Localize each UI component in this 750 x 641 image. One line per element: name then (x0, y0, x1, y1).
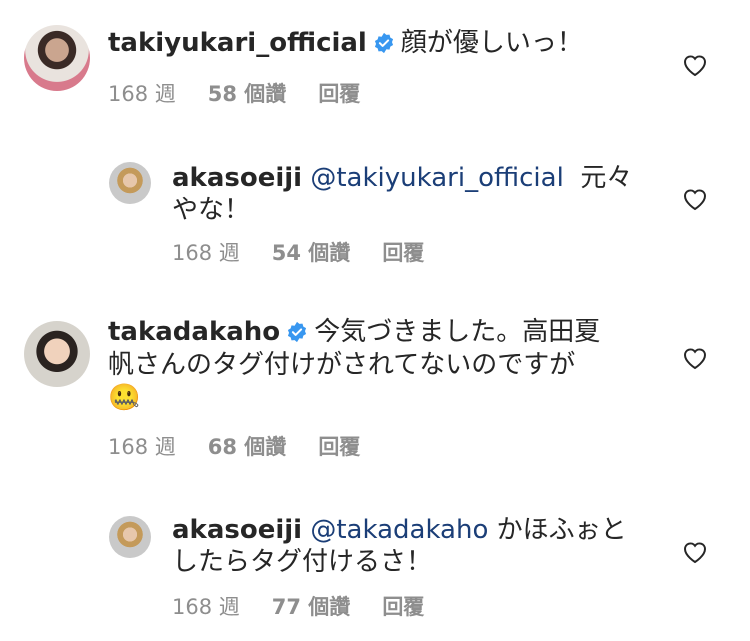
reply-button[interactable]: 回覆 (318, 435, 360, 459)
zipper-mouth-emoji: 🤐 (108, 383, 141, 413)
reply-button[interactable]: 回覆 (318, 82, 360, 106)
comment-username[interactable]: takiyukari_official (108, 28, 367, 58)
comment-likes[interactable]: 77 個讚 (272, 595, 351, 619)
comment-time: 168 週 (108, 82, 176, 106)
heart-outline-icon[interactable] (682, 187, 708, 211)
avatar[interactable] (24, 25, 90, 91)
comment-text: 元々 (580, 163, 633, 193)
comment-username[interactable]: takadakaho (108, 317, 280, 347)
verified-badge-icon (288, 321, 307, 343)
heart-outline-icon[interactable] (682, 540, 708, 564)
avatar[interactable] (24, 321, 90, 387)
avatar[interactable] (109, 162, 151, 204)
comment-meta: 168 週 54 個讚 回覆 (172, 237, 456, 267)
verified-badge-icon (374, 32, 393, 54)
comment-time: 168 週 (172, 595, 240, 619)
comment-meta: 168 週 77 個讚 回覆 (172, 591, 456, 621)
heart-outline-icon[interactable] (682, 53, 708, 77)
comment-text: 顔が優しいっ！ (400, 28, 583, 58)
reply-button[interactable]: 回覆 (382, 595, 424, 619)
comment-likes[interactable]: 58 個讚 (208, 82, 287, 106)
comment-username[interactable]: akasoeiji (172, 515, 302, 545)
comment-mention[interactable]: @takadakaho (310, 515, 488, 545)
comment-meta: 168 週 58 個讚 回覆 (108, 78, 392, 108)
reply-button[interactable]: 回覆 (382, 241, 424, 265)
comment-text: かほふぉと (496, 515, 627, 545)
comment-likes[interactable]: 54 個讚 (272, 241, 351, 265)
comment-username[interactable]: akasoeiji (172, 163, 302, 193)
comment-text: やな！ (172, 195, 251, 225)
comment-text: したらタグ付けるさ！ (172, 547, 433, 577)
comment-text: 今気づきました。高田夏 (314, 317, 601, 347)
comment-likes[interactable]: 68 個讚 (208, 435, 287, 459)
comment-time: 168 週 (172, 241, 240, 265)
comment-time: 168 週 (108, 435, 176, 459)
avatar[interactable] (109, 516, 151, 558)
comment-text: 帆さんのタグ付けがされてないのですが (108, 350, 576, 380)
heart-outline-icon[interactable] (682, 346, 708, 370)
comment-mention[interactable]: @takiyukari_official (310, 163, 563, 193)
comment-meta: 168 週 68 個讚 回覆 (108, 431, 392, 461)
